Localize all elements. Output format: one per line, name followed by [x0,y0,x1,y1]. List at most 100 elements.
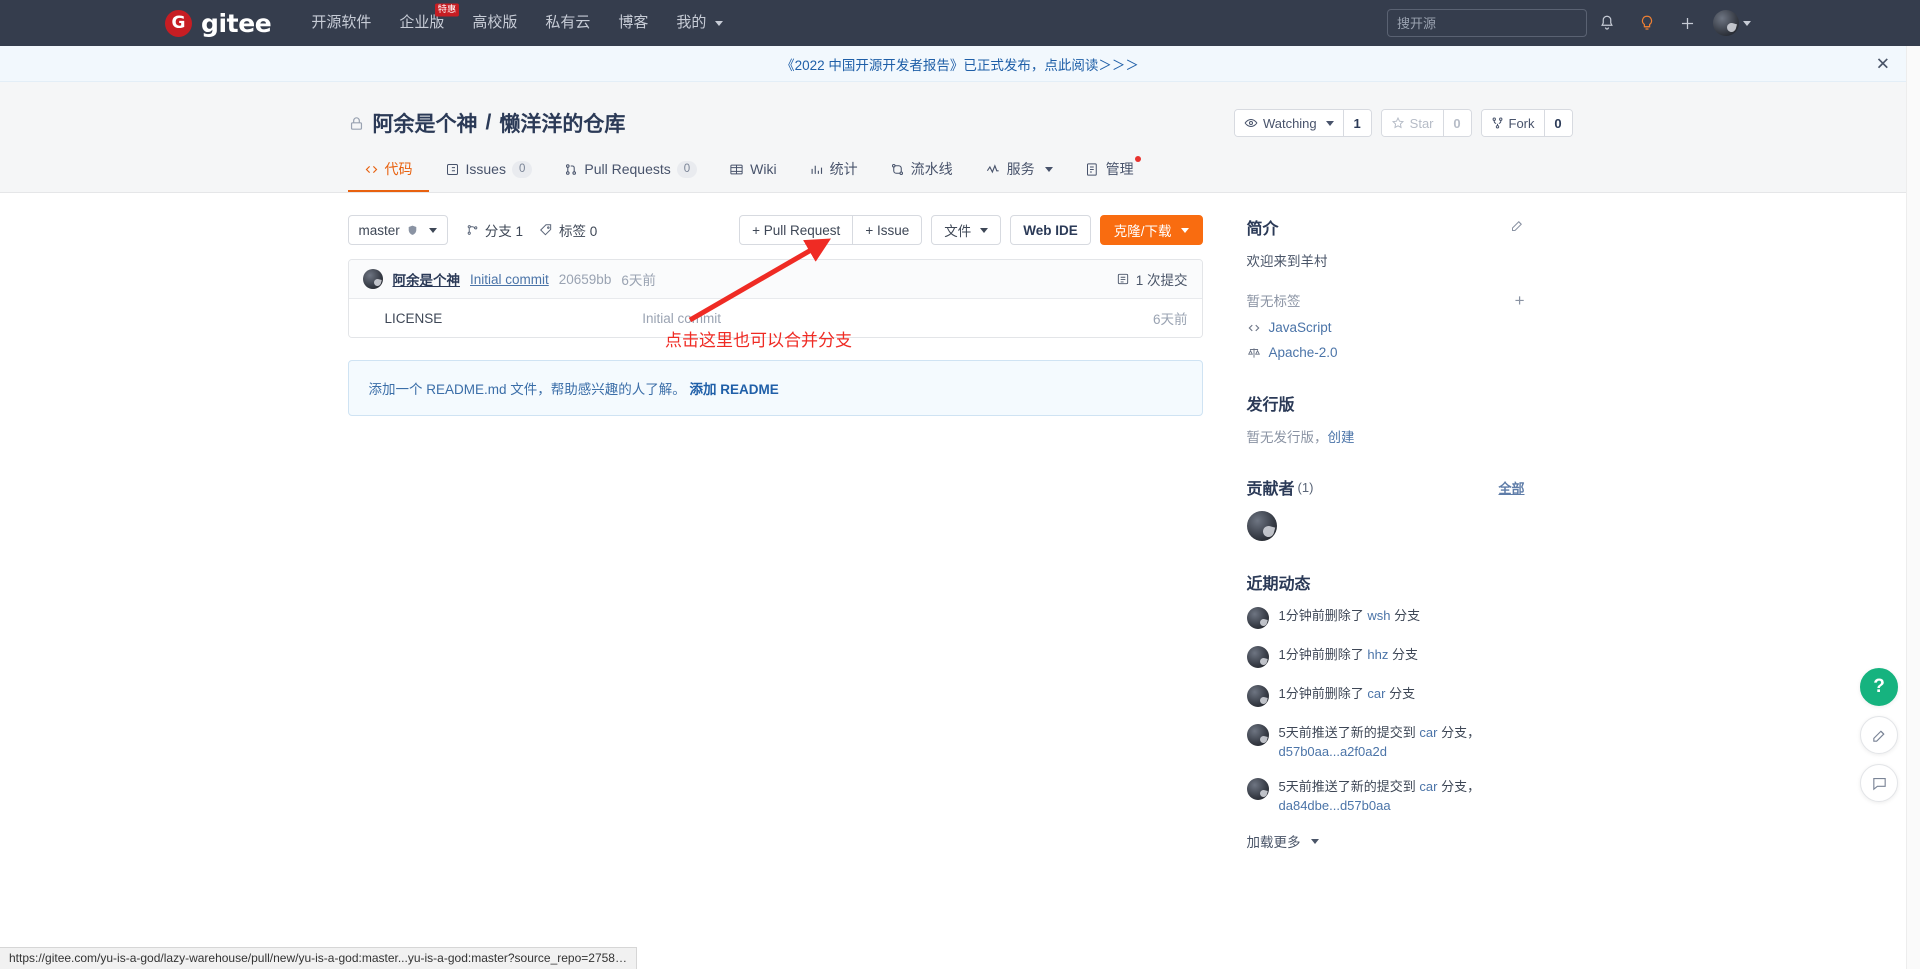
fork-count[interactable]: 0 [1543,110,1572,136]
nav-link-blog[interactable]: 博客 [604,0,662,46]
watch-count[interactable]: 1 [1342,110,1371,136]
tags-link[interactable]: 标签 0 [539,220,597,240]
activity-sha-range[interactable]: da84dbe...d57b0aa [1279,798,1391,813]
chevron-down-icon [714,20,723,26]
close-icon[interactable]: ✕ [1876,55,1890,72]
commit-message-link[interactable]: Initial commit [470,272,549,287]
new-pull-request-button[interactable]: + Pull Request [739,215,854,245]
nav-link-education[interactable]: 高校版 [458,0,531,46]
activity-text: 5天前推送了新的提交到 car 分支， da84dbe...d57b0aa [1279,777,1525,815]
star-button-group[interactable]: Star 0 [1380,109,1472,137]
plus-icon[interactable]: + [1515,292,1525,309]
user-avatar-menu[interactable] [1707,10,1755,36]
license-row[interactable]: Apache-2.0 [1247,340,1525,365]
commit-count-label: 1 次提交 [1135,273,1188,288]
activity-time: 5天前 [1278,779,1312,794]
load-more-label: 加载更多 [1246,835,1301,850]
add-readme-link[interactable]: 添加 README [690,382,779,397]
lock-icon [348,115,365,132]
file-label: LICENSE [384,310,443,326]
feedback-button[interactable] [1860,716,1898,754]
sidebar-section-activity: 近期动态 1分钟前删除了 wsh 分支 1分钟前删除了 hhz 分支 1分钟前删… [1246,570,1525,851]
service-icon [986,163,999,173]
file-row[interactable]: LICENSE Initial commit 6天前 [348,299,1202,337]
activity-suffix: 分支 [1391,647,1418,662]
clone-label: 克隆/下载 [1113,224,1172,239]
activity-target[interactable]: car [1419,725,1437,740]
files-dropdown-button[interactable]: 文件 [931,215,1002,245]
tab-code[interactable]: 代码 [347,148,429,192]
file-name-cell[interactable]: LICENSE [363,311,443,326]
bell-icon[interactable] [1587,0,1627,46]
tab-wiki[interactable]: Wiki [713,150,792,190]
load-more-button[interactable]: 加载更多 [1247,831,1319,851]
fork-button[interactable]: Fork [1481,110,1544,136]
clone-download-button[interactable]: 克隆/下载 [1099,215,1203,245]
star-count[interactable]: 0 [1442,110,1471,136]
branch-selector[interactable]: master [347,215,448,245]
activity-target[interactable]: wsh [1367,608,1390,623]
commit-sha[interactable]: 20659bb [559,272,612,287]
activity-target[interactable]: hhz [1367,647,1388,662]
nav-link-opensource[interactable]: 开源软件 [297,0,385,46]
nav-link-private-cloud[interactable]: 私有云 [531,0,604,46]
edit-icon[interactable] [1510,218,1525,236]
contributor-avatar[interactable] [1246,511,1277,541]
fork-label: Fork [1508,115,1535,131]
code-icon [365,165,377,173]
tags-label: 标签 0 [559,224,598,239]
language-row[interactable]: JavaScript [1247,315,1525,340]
nav-link-mine[interactable]: 我的 [662,0,736,46]
license-icon [1247,347,1260,358]
gitee-logo[interactable]: G gitee [165,9,272,38]
nav-link-enterprise[interactable]: 企业版 特惠 [385,0,460,46]
nav-right-cluster [1387,0,1755,46]
activity-sha-range[interactable]: d57b0aa...a2f0a2d [1279,744,1387,759]
tab-statistics[interactable]: 统计 [793,148,874,192]
toolbar-actions: + Pull Request + Issue 文件 Web IDE 克隆/下载 [739,215,1203,245]
sidebar: 简介 欢迎来到羊村 暂无标签 + JavaScript Apache-2.0 发… [1229,215,1525,877]
create-release-link[interactable]: 创建 [1328,430,1355,445]
contributors-all-link[interactable]: 全部 [1498,478,1524,497]
commit-count-link[interactable]: 1 次提交 [1116,269,1188,289]
commit-author-link[interactable]: 阿余是个神 [393,269,461,289]
activity-suffix: 分支， [1441,725,1481,740]
page-scrollbar[interactable] [1906,46,1920,969]
watch-button[interactable]: Watching [1234,110,1343,136]
plus-icon[interactable] [1667,0,1707,46]
fork-button-group[interactable]: Fork 0 [1480,109,1573,137]
tab-pull-requests[interactable]: Pull Requests 0 [548,150,713,191]
license-label[interactable]: Apache-2.0 [1269,345,1338,360]
help-button[interactable]: ? [1860,668,1898,706]
tab-pipeline[interactable]: 流水线 [874,148,969,192]
watch-label: Watching [1262,115,1317,131]
new-issue-button[interactable]: + Issue [853,215,923,245]
lightbulb-icon[interactable] [1627,0,1667,46]
activity-target[interactable]: car [1419,779,1437,794]
star-button[interactable]: Star [1381,110,1443,136]
tab-label: Wiki [750,161,777,177]
branches-link[interactable]: 分支 1 [466,220,523,240]
chevron-down-icon [1743,20,1751,26]
tab-issues[interactable]: Issues 0 [429,150,549,191]
tab-label: 流水线 [910,161,953,177]
sidebar-section-intro: 简介 欢迎来到羊村 暂无标签 + JavaScript Apache-2.0 [1247,215,1525,365]
tab-label: 服务 [1006,161,1035,177]
list-item: 5天前推送了新的提交到 car 分支， d57b0aa...a2f0a2d [1246,723,1525,761]
tab-manage[interactable]: 管理 [1069,148,1150,192]
tab-services[interactable]: 服务 [969,148,1069,192]
status-bar-url: https://gitee.com/yu-is-a-god/lazy-wareh… [0,947,637,969]
tag-icon [540,224,552,236]
announcement-link[interactable]: 《2022 中国开源开发者报告》已正式发布，点此阅读＞＞＞ [781,54,1139,74]
chat-button[interactable] [1860,764,1898,802]
repo-name-link[interactable]: 懒洋洋的仓库 [499,108,625,138]
file-commit-message[interactable]: Initial commit [642,311,721,326]
language-label[interactable]: JavaScript [1269,320,1332,335]
activity-target[interactable]: car [1367,686,1385,701]
search-input[interactable] [1387,9,1587,37]
web-ide-button[interactable]: Web IDE [1010,215,1091,245]
watch-button-group[interactable]: Watching 1 [1233,109,1372,137]
file-browser: 阿余是个神 Initial commit 20659bb 6天前 1 次提交 L… [347,259,1203,338]
list-item: 1分钟前删除了 hhz 分支 [1246,645,1525,668]
repo-owner-link[interactable]: 阿余是个神 [373,108,478,138]
